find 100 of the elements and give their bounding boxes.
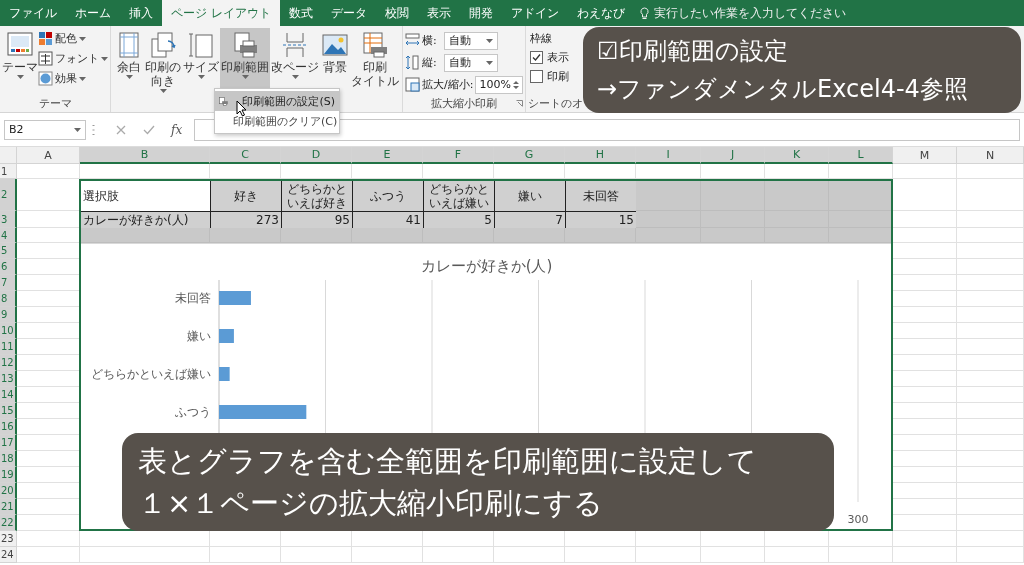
- sheet-cell[interactable]: [765, 179, 829, 211]
- sheet-cell[interactable]: [765, 164, 829, 179]
- sheet-cell[interactable]: [829, 547, 893, 563]
- sheet-cell[interactable]: [636, 179, 701, 211]
- menu-item[interactable]: 印刷範囲の設定(S): [215, 91, 339, 111]
- sheet-cell[interactable]: [957, 515, 1024, 531]
- sheet-cell[interactable]: [701, 164, 765, 179]
- enter-icon[interactable]: [143, 123, 155, 136]
- row-header[interactable]: 5: [0, 243, 17, 259]
- sheet-cell[interactable]: [893, 499, 957, 515]
- themes-button[interactable]: テーマ: [2, 28, 38, 95]
- sheet-cell[interactable]: [423, 164, 494, 179]
- sheet-cell[interactable]: [957, 499, 1024, 515]
- sheet-cell[interactable]: [957, 243, 1024, 259]
- sheet-cell[interactable]: [494, 164, 565, 179]
- sheet-cell[interactable]: [829, 531, 893, 547]
- sheet-cell[interactable]: [80, 228, 210, 243]
- sheet-cell[interactable]: [494, 547, 565, 563]
- row-header[interactable]: 24: [0, 547, 17, 563]
- row-header[interactable]: 16: [0, 419, 17, 435]
- ribbon-button[interactable]: 配色: [38, 30, 108, 47]
- column-header[interactable]: H: [565, 147, 636, 164]
- sheet-cell[interactable]: [829, 211, 893, 228]
- tell-me-field[interactable]: 実行したい作業を入力してください: [653, 4, 846, 22]
- sheet-cell[interactable]: [210, 228, 281, 243]
- sheet-cell[interactable]: [957, 403, 1024, 419]
- sheet-cell[interactable]: [352, 547, 423, 563]
- sheet-cell[interactable]: [893, 483, 957, 499]
- sheet-cell[interactable]: [893, 515, 957, 531]
- insert-function-button[interactable]: fx: [171, 122, 183, 137]
- row-header[interactable]: 2: [0, 179, 17, 211]
- row-header[interactable]: 14: [0, 387, 17, 403]
- sheet-cell[interactable]: [957, 179, 1024, 211]
- menu-item[interactable]: 印刷範囲のクリア(C): [215, 111, 339, 131]
- ribbon-tab[interactable]: 校閲: [375, 0, 418, 26]
- sheet-cell[interactable]: [636, 164, 701, 179]
- sheet-cell[interactable]: [957, 259, 1024, 275]
- row-header[interactable]: 11: [0, 339, 17, 355]
- sheet-cell[interactable]: [565, 164, 636, 179]
- cancel-icon[interactable]: [115, 123, 127, 136]
- column-header[interactable]: J: [701, 147, 765, 164]
- sheet-cell[interactable]: [494, 228, 565, 243]
- row-header[interactable]: 23: [0, 531, 17, 547]
- sheet-cell[interactable]: [765, 547, 829, 563]
- ribbon-button[interactable]: フォント: [38, 50, 108, 67]
- dropdown-field[interactable]: 自動: [444, 53, 498, 72]
- sheet-cell[interactable]: [893, 451, 957, 467]
- sheet-cell[interactable]: [765, 228, 829, 243]
- sheet-cell[interactable]: [893, 228, 957, 243]
- sheet-cell[interactable]: [957, 531, 1024, 547]
- sheet-cell[interactable]: [281, 164, 352, 179]
- ribbon-tab[interactable]: 挿入: [120, 0, 162, 26]
- formula-input[interactable]: [194, 118, 1020, 141]
- sheet-cell[interactable]: [17, 547, 80, 563]
- ribbon-tab[interactable]: ホーム: [66, 0, 120, 26]
- column-header[interactable]: C: [210, 147, 281, 164]
- sheet-cell[interactable]: [281, 547, 352, 563]
- column-header[interactable]: L: [829, 147, 893, 164]
- sheet-cell[interactable]: [352, 164, 423, 179]
- ribbon-tab[interactable]: データ: [321, 0, 376, 26]
- sheet-cell[interactable]: [210, 547, 281, 563]
- sheet-cell[interactable]: [957, 164, 1024, 179]
- row-header[interactable]: 18: [0, 451, 17, 467]
- row-header[interactable]: 10: [0, 323, 17, 339]
- sheet-cell[interactable]: [893, 435, 957, 451]
- sheet-cell[interactable]: [893, 467, 957, 483]
- sheet-cell[interactable]: [957, 211, 1024, 228]
- sheet-cell[interactable]: [893, 243, 957, 259]
- row-header[interactable]: 9: [0, 307, 17, 323]
- sheet-cell[interactable]: [893, 531, 957, 547]
- sheet-cell[interactable]: [80, 547, 210, 563]
- sheet-cell[interactable]: [423, 547, 494, 563]
- column-header[interactable]: K: [765, 147, 829, 164]
- row-header[interactable]: 7: [0, 275, 17, 291]
- sheet-cell[interactable]: [893, 371, 957, 387]
- row-header[interactable]: 22: [0, 515, 17, 531]
- row-header[interactable]: 8: [0, 291, 17, 307]
- column-header[interactable]: G: [494, 147, 565, 164]
- sheet-cell[interactable]: [957, 451, 1024, 467]
- ribbon-tab[interactable]: 数式: [279, 0, 322, 26]
- row-header[interactable]: 4: [0, 228, 17, 243]
- row-header[interactable]: 17: [0, 435, 17, 451]
- sheet-cell[interactable]: [281, 228, 352, 243]
- sheet-cell[interactable]: [636, 547, 701, 563]
- sheet-cell[interactable]: [893, 259, 957, 275]
- sheet-cell[interactable]: [829, 164, 893, 179]
- dialog-launcher-icon[interactable]: [516, 100, 524, 107]
- checkbox[interactable]: [530, 51, 544, 64]
- checkbox[interactable]: [530, 70, 544, 83]
- name-box[interactable]: B2: [4, 119, 86, 140]
- sheet-cell[interactable]: [17, 531, 80, 547]
- ribbon-tab[interactable]: 表示: [417, 0, 460, 26]
- column-header[interactable]: N: [957, 147, 1024, 164]
- row-header[interactable]: 19: [0, 467, 17, 483]
- sheet-cell[interactable]: [893, 291, 957, 307]
- ribbon-tab[interactable]: ページ レイアウト: [162, 0, 280, 26]
- column-header[interactable]: E: [352, 147, 423, 164]
- ribbon-button[interactable]: 効果: [38, 70, 108, 87]
- ribbon-button[interactable]: 印刷の 向き: [144, 28, 182, 96]
- row-header[interactable]: 3: [0, 211, 17, 228]
